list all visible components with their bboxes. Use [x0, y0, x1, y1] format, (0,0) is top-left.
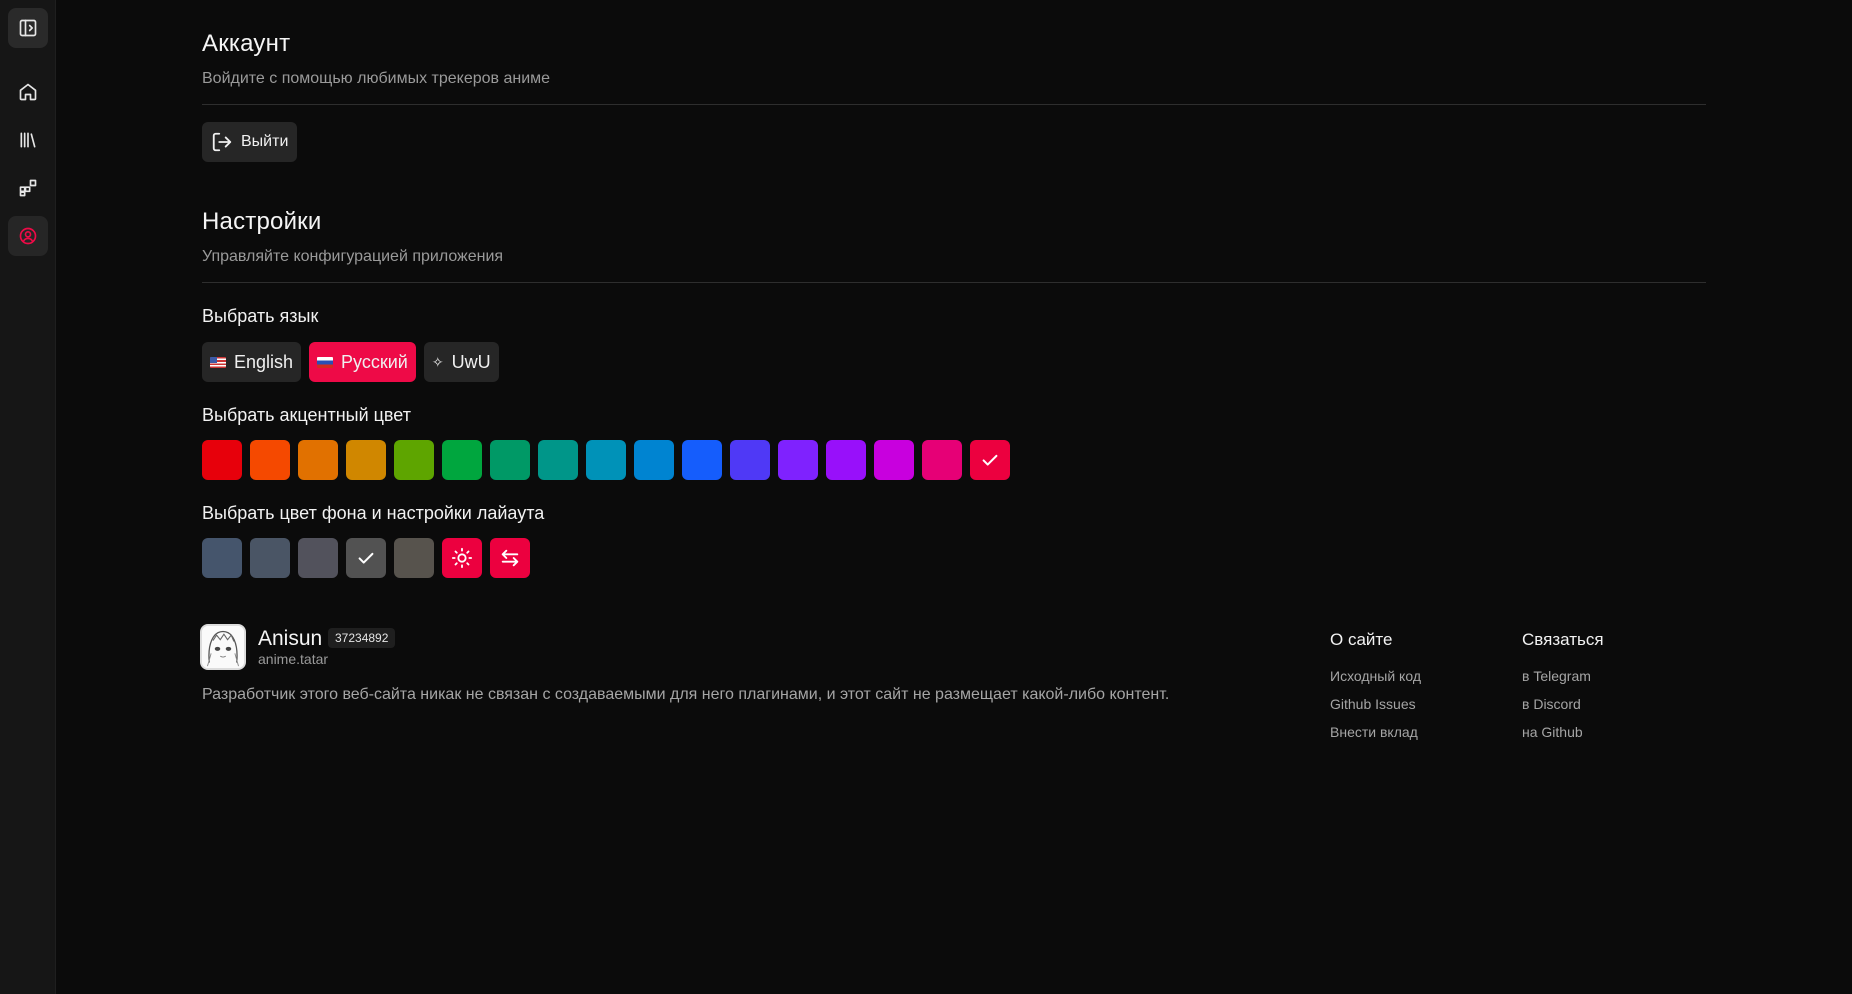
- footer-link-github[interactable]: на Github: [1522, 718, 1604, 746]
- site-logo: [200, 624, 246, 670]
- logout-label: Выйти: [241, 133, 289, 150]
- sun-icon: [451, 547, 473, 569]
- footer-column-about: О сайте Исходный код Github Issues Внест…: [1330, 630, 1421, 746]
- accent-color-swatch[interactable]: [538, 440, 578, 480]
- language-label: Русский: [341, 351, 408, 372]
- sidebar-toggle-icon: [19, 19, 37, 37]
- ru-flag-icon: [317, 356, 334, 368]
- background-color-swatch[interactable]: [250, 538, 290, 578]
- footer-column-title: О сайте: [1330, 630, 1393, 649]
- accent-color-swatches: [202, 440, 1010, 480]
- brand-name: Anisun: [258, 627, 323, 650]
- sidebar-item-extensions[interactable]: [8, 168, 48, 208]
- home-icon: [19, 83, 37, 101]
- accent-color-swatch[interactable]: [922, 440, 962, 480]
- settings-subtitle: Управляйте конфигурацией приложения: [202, 248, 504, 265]
- language-label: UwU: [451, 351, 491, 372]
- sidebar-item-account[interactable]: [8, 216, 48, 256]
- accent-color-swatch[interactable]: [298, 440, 338, 480]
- accent-color-swatch[interactable]: [682, 440, 722, 480]
- sidebar-item-home[interactable]: [8, 72, 48, 112]
- accent-color-swatch[interactable]: [346, 440, 386, 480]
- accent-color-swatch[interactable]: [826, 440, 866, 480]
- footer-link-source-code[interactable]: Исходный код: [1330, 662, 1421, 690]
- footer-link-contribute[interactable]: Внести вклад: [1330, 718, 1421, 746]
- background-color-swatch[interactable]: [346, 538, 386, 578]
- logout-button[interactable]: Выйти: [202, 122, 297, 162]
- background-color-swatch[interactable]: [298, 538, 338, 578]
- footer-link-discord[interactable]: в Discord: [1522, 690, 1604, 718]
- accent-color-swatch[interactable]: [490, 440, 530, 480]
- accent-color-swatch[interactable]: [394, 440, 434, 480]
- background-color-swatch[interactable]: [394, 538, 434, 578]
- accent-color-swatch[interactable]: [730, 440, 770, 480]
- language-english-button[interactable]: English: [202, 342, 302, 382]
- language-options: English Русский ✧ UwU: [202, 342, 499, 382]
- accent-color-swatch[interactable]: [586, 440, 626, 480]
- accent-color-label: Выбрать акцентный цвет: [202, 405, 411, 425]
- check-icon: [358, 552, 374, 564]
- language-russian-button[interactable]: Русский: [309, 342, 416, 382]
- account-title: Аккаунт: [202, 30, 291, 57]
- us-flag-icon: [210, 356, 226, 368]
- accent-color-swatch[interactable]: [250, 440, 290, 480]
- disclaimer-text: Разработчик этого веб-сайта никак не свя…: [202, 686, 1170, 703]
- sidebar-item-library[interactable]: [8, 120, 48, 160]
- sparkle-icon: ✧: [431, 353, 444, 370]
- accent-color-swatch[interactable]: [778, 440, 818, 480]
- settings-title: Настройки: [202, 208, 322, 235]
- language-label: Выбрать язык: [202, 306, 319, 326]
- accent-color-swatch[interactable]: [874, 440, 914, 480]
- accent-color-swatch[interactable]: [634, 440, 674, 480]
- footer-link-telegram[interactable]: в Telegram: [1522, 662, 1604, 690]
- footer-column-title: Связаться: [1522, 630, 1604, 649]
- sidebar: [0, 0, 56, 994]
- logout-icon: [212, 132, 232, 152]
- user-circle-icon: [19, 227, 37, 245]
- footer-column-contact: Связаться в Telegram в Discord на Github: [1522, 630, 1604, 746]
- swap-arrows-toggle-button[interactable]: [490, 538, 530, 578]
- site-domain: anime.tatar: [258, 651, 329, 667]
- account-subtitle: Войдите с помощью любимых трекеров аниме: [202, 70, 551, 87]
- library-icon: [20, 132, 36, 148]
- version-badge: 37234892: [328, 628, 396, 648]
- language-uwu-button[interactable]: ✧ UwU: [423, 342, 499, 382]
- sidebar-toggle-button[interactable]: [8, 8, 48, 48]
- footer-link-github-issues[interactable]: Github Issues: [1330, 690, 1421, 718]
- extensions-icon: [19, 179, 37, 197]
- language-label: English: [234, 351, 294, 372]
- swap-arrows-icon: [501, 549, 519, 567]
- background-color-label: Выбрать цвет фона и настройки лайаута: [202, 503, 545, 523]
- background-color-swatches: [202, 538, 530, 578]
- accent-color-swatch[interactable]: [202, 440, 242, 480]
- accent-color-swatch[interactable]: [442, 440, 482, 480]
- sun-toggle-button[interactable]: [442, 538, 482, 578]
- accent-color-swatch[interactable]: [970, 440, 1010, 480]
- check-icon: [982, 454, 998, 466]
- divider: [202, 282, 1706, 283]
- background-color-swatch[interactable]: [202, 538, 242, 578]
- divider: [202, 104, 1706, 105]
